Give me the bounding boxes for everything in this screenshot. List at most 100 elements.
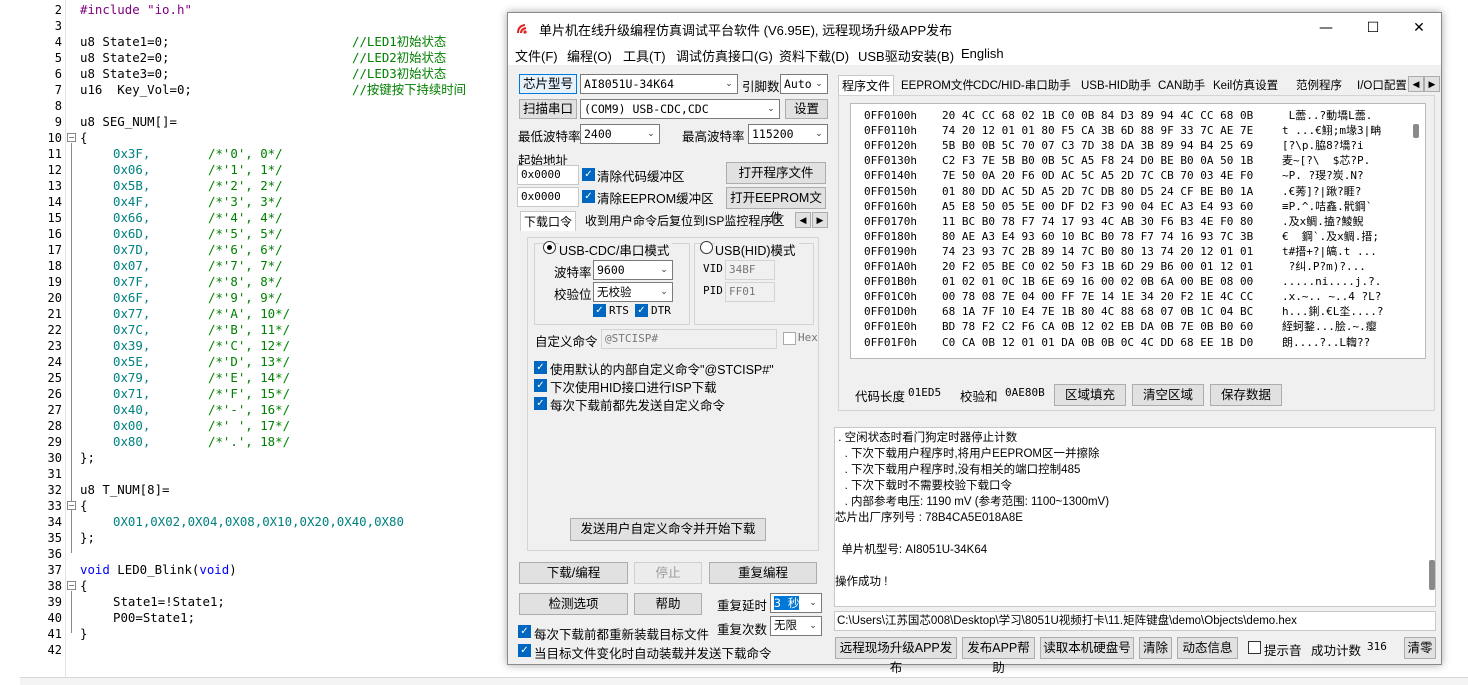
port-select[interactable]: (COM9) USB-CDC,CDC ⌄ bbox=[580, 99, 780, 119]
code-start-address-input[interactable]: 0x0000 bbox=[517, 165, 579, 185]
code-line[interactable]: 0x5E, /*'D', 13*/ bbox=[113, 354, 290, 370]
code-line[interactable]: 0x6F, /*'9', 9*/ bbox=[113, 290, 283, 306]
code-line[interactable]: u8 State1=0; //LED1初始状态 bbox=[80, 34, 446, 50]
beep-checkbox[interactable] bbox=[1248, 641, 1261, 654]
clear-eeprom-checkbox[interactable]: ✓ bbox=[582, 190, 595, 203]
code-line[interactable]: 0x80, /*'.', 18*/ bbox=[113, 434, 290, 450]
menu-file[interactable]: 文件(F) bbox=[515, 46, 558, 65]
repeat-delay-select[interactable]: 3 秒 ⌄ bbox=[770, 593, 822, 613]
clear-log-button[interactable]: 清除 bbox=[1139, 637, 1172, 659]
hex-scrollbar-thumb[interactable] bbox=[1413, 124, 1419, 138]
code-line[interactable]: 0x7F, /*'8', 8*/ bbox=[113, 274, 283, 290]
code-line[interactable]: 0x79, /*'E', 14*/ bbox=[113, 370, 290, 386]
port-settings-button[interactable]: 设置 bbox=[785, 99, 828, 119]
fill-region-button[interactable]: 区域填充 bbox=[1054, 384, 1126, 406]
open-program-file-button[interactable]: 打开程序文件 bbox=[726, 162, 826, 184]
help-button[interactable]: 帮助 bbox=[634, 593, 702, 615]
tab-scroll-right-icon[interactable]: ▶ bbox=[812, 212, 828, 228]
menu-usb-driver[interactable]: USB驱动安装(B) bbox=[858, 46, 954, 65]
code-line[interactable]: 0x00, /*' ', 17*/ bbox=[113, 418, 290, 434]
code-line[interactable]: 0x5B, /*'2', 2*/ bbox=[113, 178, 283, 194]
clear-region-button[interactable]: 清空区域 bbox=[1132, 384, 1204, 406]
publish-help-button[interactable]: 发布APP帮助 bbox=[962, 637, 1035, 675]
eeprom-start-address-input[interactable]: 0x0000 bbox=[517, 187, 579, 207]
auto-load-checkbox[interactable]: ✓ bbox=[518, 644, 531, 657]
baud-select[interactable]: 9600 ⌄ bbox=[593, 260, 673, 280]
code-line[interactable]: 0x39, /*'C', 12*/ bbox=[113, 338, 290, 354]
cdc-mode-radio[interactable] bbox=[543, 241, 556, 254]
code-line[interactable]: 0x4F, /*'3', 3*/ bbox=[113, 194, 283, 210]
fold-toggle-icon[interactable]: − bbox=[67, 581, 76, 590]
min-baud-select[interactable]: 2400 ⌄ bbox=[580, 124, 660, 144]
dynamic-info-button[interactable]: 动态信息 bbox=[1177, 637, 1238, 659]
maximize-button[interactable]: ☐ bbox=[1350, 13, 1396, 43]
download-program-button[interactable]: 下载/编程 bbox=[519, 562, 628, 584]
code-line[interactable]: }; bbox=[80, 530, 95, 546]
repeat-program-button[interactable]: 重复编程 bbox=[709, 562, 817, 584]
close-button[interactable]: ✕ bbox=[1396, 13, 1442, 43]
code-line[interactable]: }; bbox=[80, 450, 95, 466]
chip-model-button[interactable]: 芯片型号 bbox=[519, 74, 577, 94]
reload-before-download-checkbox[interactable]: ✓ bbox=[518, 625, 531, 638]
menu-tools[interactable]: 工具(T) bbox=[623, 46, 666, 65]
pin-count-select[interactable]: Auto ⌄ bbox=[780, 74, 828, 94]
tab-example-programs[interactable]: 范例程序 bbox=[1296, 76, 1342, 96]
fold-toggle-icon[interactable]: − bbox=[67, 501, 76, 510]
stop-button[interactable]: 停止 bbox=[634, 562, 702, 584]
vid-input[interactable]: 34BF bbox=[725, 260, 775, 280]
code-line[interactable]: 0x7D, /*'6', 6*/ bbox=[113, 242, 283, 258]
code-line[interactable]: u8 State3=0; //LED3初始状态 bbox=[80, 66, 446, 82]
use-default-command-checkbox[interactable]: ✓ bbox=[534, 361, 547, 374]
hex-view[interactable]: 0FF0100h 20 4C CC 68 02 1B C0 0B 84 D3 89… bbox=[850, 103, 1426, 359]
code-line[interactable]: 0x77, /*'A', 10*/ bbox=[113, 306, 290, 322]
dtr-checkbox[interactable]: ✓ bbox=[635, 304, 648, 317]
tabs-scroll-right-icon[interactable]: ▶ bbox=[1424, 76, 1440, 92]
custom-command-input[interactable]: @STCISP# bbox=[601, 329, 777, 349]
tabs-scroll-left-icon[interactable]: ◀ bbox=[1408, 76, 1424, 92]
fold-toggle-icon[interactable]: − bbox=[67, 133, 76, 142]
code-line[interactable]: 0x06, /*'1', 1*/ bbox=[113, 162, 283, 178]
code-line[interactable]: { bbox=[80, 130, 87, 146]
code-line[interactable]: 0x3F, /*'0', 0*/ bbox=[113, 146, 283, 162]
code-line[interactable]: 0x66, /*'4', 4*/ bbox=[113, 210, 283, 226]
parity-select[interactable]: 无校验 ⌄ bbox=[593, 282, 673, 302]
save-data-button[interactable]: 保存数据 bbox=[1210, 384, 1282, 406]
tab-keil-settings[interactable]: Keil仿真设置 bbox=[1213, 76, 1278, 96]
code-line[interactable]: State1=!State1; bbox=[113, 594, 225, 610]
hid-mode-radio[interactable] bbox=[700, 241, 713, 254]
tab-io-config[interactable]: I/O口配置 bbox=[1357, 76, 1413, 96]
code-line[interactable]: 0x71, /*'F', 15*/ bbox=[113, 386, 290, 402]
tab-download-password[interactable]: 下载口令 bbox=[520, 211, 577, 231]
code-line[interactable]: u8 SEG_NUM[]= bbox=[80, 114, 177, 130]
pid-input[interactable]: FF01 bbox=[725, 282, 775, 302]
minimize-button[interactable]: — bbox=[1303, 13, 1349, 43]
read-disk-id-button[interactable]: 读取本机硬盘号 bbox=[1040, 637, 1134, 659]
code-line[interactable]: 0x07, /*'7', 7*/ bbox=[113, 258, 283, 274]
code-line[interactable]: P00=State1; bbox=[113, 610, 195, 626]
scan-port-button[interactable]: 扫描串口 bbox=[519, 99, 577, 119]
menu-download[interactable]: 资料下载(D) bbox=[779, 46, 849, 65]
code-line[interactable]: 0x40, /*'-', 16*/ bbox=[113, 402, 290, 418]
max-baud-select[interactable]: 115200 ⌄ bbox=[748, 124, 828, 144]
code-line[interactable]: 0x7C, /*'B', 11*/ bbox=[113, 322, 290, 338]
code-line[interactable]: 0x6D, /*'5', 5*/ bbox=[113, 226, 283, 242]
chip-model-select[interactable]: AI8051U-34K64 ⌄ bbox=[580, 74, 738, 94]
code-line[interactable]: void LED0_Blink(void) bbox=[80, 562, 237, 578]
hex-checkbox[interactable] bbox=[783, 332, 796, 345]
code-line[interactable]: 0X01,0X02,0X04,0X08,0X10,0X20,0X40,0X80 bbox=[113, 514, 404, 530]
tab-usb-hid-assistant[interactable]: USB-HID助手 bbox=[1081, 76, 1151, 96]
tab-scroll-left-icon[interactable]: ◀ bbox=[795, 212, 811, 228]
clear-code-checkbox[interactable]: ✓ bbox=[582, 168, 595, 181]
tab-program-file[interactable]: 程序文件 bbox=[838, 75, 895, 95]
send-custom-before-checkbox[interactable]: ✓ bbox=[534, 397, 547, 410]
code-line[interactable]: { bbox=[80, 498, 87, 514]
code-line[interactable]: u8 T_NUM[8]= bbox=[80, 482, 170, 498]
reset-count-button[interactable]: 清零 bbox=[1404, 637, 1436, 659]
code-line[interactable]: { bbox=[80, 578, 87, 594]
rts-checkbox[interactable]: ✓ bbox=[593, 304, 606, 317]
tab-reset-to-isp[interactable]: 收到用户命令后复位到ISP监控程序区 bbox=[585, 211, 784, 231]
code-line[interactable]: } bbox=[80, 626, 87, 642]
output-log[interactable]: . 空闲状态时看门狗定时器停止计数 . 下次下载用户程序时,将用户EEPROM区… bbox=[834, 427, 1436, 607]
tab-eeprom-file[interactable]: EEPROM文件 bbox=[901, 76, 974, 96]
horizontal-scrollbar[interactable] bbox=[20, 677, 1468, 685]
